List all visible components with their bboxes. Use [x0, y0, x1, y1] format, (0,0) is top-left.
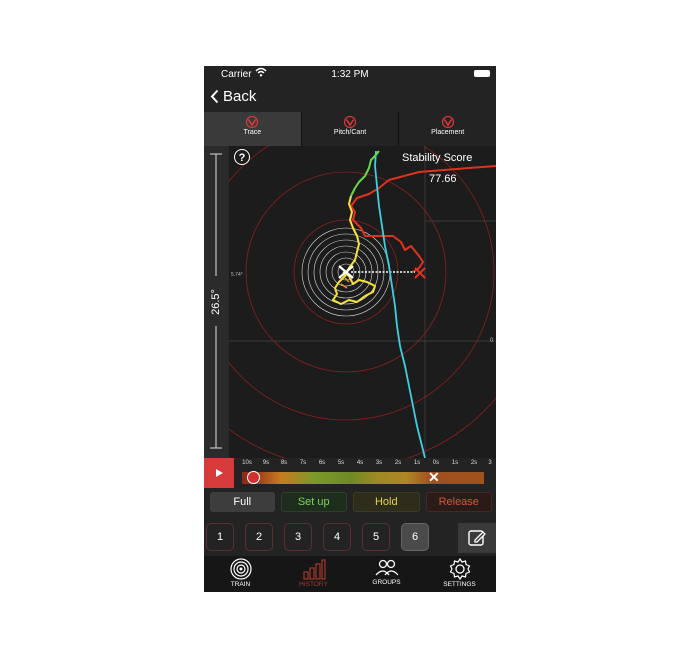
tab-label: HISTORY [299, 581, 328, 588]
tab-label: Pitch/Cant [333, 129, 367, 136]
tick-label: 3 [488, 460, 492, 466]
tab-label: SETTINGS [443, 581, 476, 588]
timeline: 10s 9s 8s 7s 6s 5s 4s 3s 2s 1s 0s 1s 2s … [204, 458, 496, 488]
brand-v-icon [441, 116, 454, 128]
tick-label: 7s [299, 460, 307, 466]
shot-button[interactable]: 3 [284, 523, 312, 551]
shot-button[interactable]: 2 [245, 523, 273, 551]
shot-button[interactable]: 5 [362, 523, 390, 551]
tick-label: 4s [356, 460, 364, 466]
shot-selector: 1 2 3 4 5 6 [204, 518, 496, 554]
clock: 1:32 PM [331, 69, 369, 80]
phase-hold-button[interactable]: Hold [353, 492, 420, 512]
brand-v-icon [246, 116, 259, 128]
shot-marker: ✕ [428, 469, 440, 485]
shot-button-selected[interactable]: 6 [401, 523, 429, 551]
stability-score-title: Stability Score [402, 152, 473, 164]
tick-label: 1s [413, 460, 421, 466]
tick-label: 5s [337, 460, 345, 466]
tab-groups[interactable]: GROUPS [350, 556, 423, 592]
angle-readout: 5.74° [231, 272, 243, 278]
tick-label: 2s [470, 460, 478, 466]
battery-icon [474, 70, 490, 77]
tab-pitch-cant[interactable]: Pitch/Cant [302, 112, 400, 146]
tilt-ruler: 26.5° [204, 146, 229, 458]
timeline-track[interactable] [242, 472, 484, 484]
tab-label: Trace [243, 129, 262, 136]
play-icon [216, 469, 223, 477]
phase-full-button[interactable]: Full [210, 492, 275, 512]
tick-label: 0s [432, 460, 440, 466]
phase-release-button[interactable]: Release [425, 492, 492, 512]
phase-setup-button[interactable]: Set up [280, 492, 347, 512]
tab-train[interactable]: TRAIN [204, 556, 277, 592]
timeline-ticks: 10s 9s 8s 7s 6s 5s 4s 3s 2s 1s 0s 1s 2s … [242, 458, 496, 470]
brand-v-icon [343, 116, 357, 128]
tab-label: GROUPS [372, 579, 401, 586]
tab-settings[interactable]: SETTINGS [423, 556, 496, 592]
tick-label: 8s [280, 460, 288, 466]
target-icon [229, 558, 252, 580]
tilt-value: 26.5° [210, 289, 222, 315]
view-tabs: Trace Pitch/Cant Placement [204, 112, 496, 146]
tick-label: 10s [242, 460, 252, 466]
play-button[interactable] [204, 458, 234, 488]
back-button[interactable]: Back [210, 88, 256, 105]
timeline-scrubber[interactable] [247, 471, 260, 484]
axis-zero-label: 0 [490, 338, 494, 344]
chevron-left-icon [210, 89, 219, 104]
tab-placement[interactable]: Placement [399, 112, 496, 146]
trace-plot [204, 75, 496, 469]
tick-label: 9s [262, 460, 270, 466]
tick-label: 2s [394, 460, 402, 466]
pencil-square-icon [468, 530, 486, 546]
stability-score-value: 77.66 [429, 173, 457, 185]
tab-trace[interactable]: Trace [204, 112, 302, 146]
tab-label: TRAIN [230, 581, 251, 588]
bottom-tab-bar: TRAIN HISTORY GROUPS SETTINGS [204, 556, 496, 592]
phone-screen: Carrier 1:32 PM Back Trace Pitch/Cant Pl… [204, 66, 496, 592]
shot-button[interactable]: 4 [323, 523, 351, 551]
tick-label: 6s [318, 460, 326, 466]
shot-button[interactable]: 1 [206, 523, 234, 551]
status-bar: Carrier 1:32 PM [204, 66, 496, 82]
help-button[interactable]: ? [234, 149, 250, 165]
edit-button[interactable] [458, 523, 496, 553]
gear-icon [449, 558, 470, 580]
tick-label: 1s [451, 460, 459, 466]
tab-label: Placement [431, 129, 465, 136]
trace-canvas [204, 75, 496, 469]
tick-label: 3s [375, 460, 383, 466]
history-bars-icon [302, 559, 326, 580]
tab-history[interactable]: HISTORY [277, 556, 350, 592]
groups-icon [375, 559, 398, 576]
back-label: Back [223, 88, 257, 105]
nav-bar: Back [204, 82, 496, 112]
phase-filter: Full Set up Hold Release [204, 492, 496, 516]
